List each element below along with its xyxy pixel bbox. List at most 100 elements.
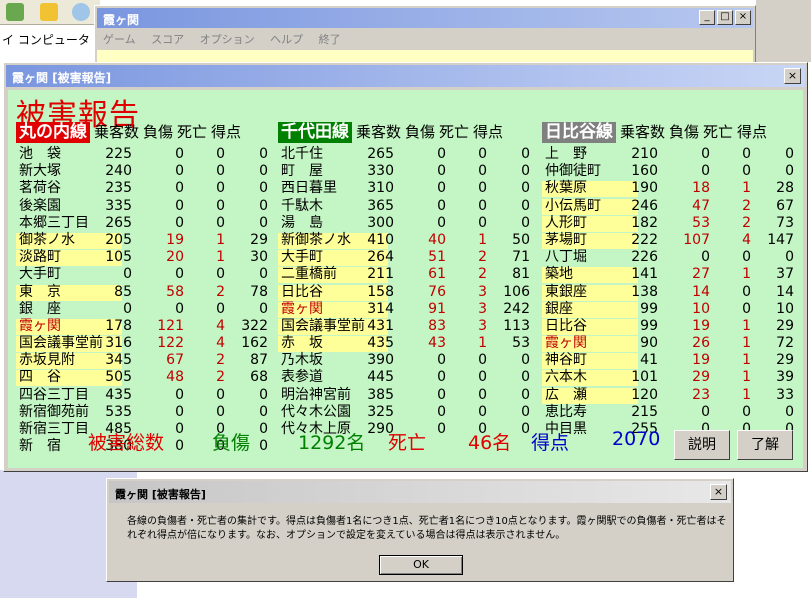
score-cell: 30 [250, 249, 268, 266]
dead-cell: 2 [742, 214, 751, 231]
injured-cell: 0 [437, 403, 446, 420]
minimize-button[interactable]: _ [699, 10, 715, 25]
station-name: 茗荷谷 [19, 180, 61, 197]
dead-cell: 0 [216, 197, 225, 214]
info-ok-button[interactable]: OK [379, 555, 463, 575]
injured-cell: 0 [175, 386, 184, 403]
passengers-cell: 85 [114, 283, 132, 300]
passengers-cell: 210 [631, 146, 658, 162]
score-cell: 0 [521, 352, 530, 369]
table-row: 茗荷谷 235 0 0 0 [16, 180, 278, 197]
table-row: 湯 島 300 0 0 0 [278, 215, 540, 232]
forward-icon[interactable] [6, 3, 24, 21]
passengers-cell: 435 [105, 386, 132, 403]
injured-cell: 0 [437, 214, 446, 231]
score-cell: 0 [521, 146, 530, 162]
menu-exit[interactable]: 終了 [319, 33, 341, 46]
station-name: 茅場町 [545, 231, 587, 248]
station-name: 仲御徒町 [545, 163, 601, 180]
table-row: 四谷三丁目 435 0 0 0 [16, 387, 278, 404]
dead-cell: 1 [742, 180, 751, 197]
menu-score[interactable]: スコア [151, 33, 184, 46]
passengers-cell: 445 [367, 369, 394, 386]
table-row: 霞ヶ関 314 91 3 242 [278, 301, 540, 318]
close-button[interactable]: × [735, 10, 751, 25]
score-cell: 0 [785, 249, 794, 266]
dead-cell: 0 [742, 146, 751, 162]
passengers-cell: 141 [631, 266, 658, 283]
table-row: 霞ヶ関 178 121 4 322 [16, 318, 278, 335]
injured-cell: 67 [166, 352, 184, 369]
score-cell: 322 [241, 317, 268, 334]
dead-cell: 4 [216, 317, 225, 334]
table-row: 千駄木 365 0 0 0 [278, 198, 540, 215]
injured-cell: 0 [175, 214, 184, 231]
dead-cell: 4 [216, 335, 225, 352]
passengers-cell: 105 [105, 249, 132, 266]
table-row: 大手町 264 51 2 71 [278, 249, 540, 267]
dead-cell: 0 [216, 386, 225, 403]
info-close-button[interactable]: × [710, 484, 727, 500]
passengers-cell: 435 [367, 335, 394, 352]
explain-button[interactable]: 説明 [674, 430, 730, 460]
passengers-cell: 310 [367, 180, 394, 197]
menu-game[interactable]: ゲーム [103, 33, 136, 46]
search-icon[interactable] [72, 3, 90, 21]
passengers-cell: 178 [105, 317, 132, 334]
table-row: 東 京 85 58 2 78 [16, 284, 278, 301]
dialog-close-button[interactable]: × [784, 68, 801, 84]
injured-cell: 23 [692, 386, 710, 403]
passengers-cell: 0 [123, 300, 132, 317]
dead-cell: 3 [478, 300, 487, 317]
dead-cell: 1 [742, 335, 751, 352]
passengers-cell: 365 [367, 197, 394, 214]
score-cell: 0 [785, 163, 794, 180]
dialog-titlebar[interactable]: 霞ヶ関 [被害報告] × [6, 65, 805, 87]
injured-cell: 26 [692, 335, 710, 352]
dead-cell: 0 [216, 214, 225, 231]
injured-cell: 0 [437, 197, 446, 214]
folder-icon[interactable] [40, 3, 58, 21]
station-name: 大手町 [19, 266, 61, 283]
column-header: 乗客数 [356, 123, 402, 141]
column-header: 得点 [473, 123, 504, 141]
dead-cell: 3 [478, 283, 487, 300]
score-cell: 67 [776, 197, 794, 214]
score-cell: 29 [776, 317, 794, 334]
desktop-strip [756, 0, 811, 62]
score-cell: 53 [512, 335, 530, 352]
injured-cell: 0 [437, 146, 446, 162]
dead-cell: 2 [216, 283, 225, 300]
score-cell: 28 [776, 180, 794, 197]
score-cell: 68 [250, 369, 268, 386]
column-header: 負傷 [143, 123, 174, 141]
game-titlebar[interactable]: 霞ヶ関 _ □ × [97, 8, 753, 28]
table-row: 日比谷 99 19 1 29 [542, 318, 804, 335]
game-window: 霞ヶ関 _ □ × ゲーム スコア オプション ヘルプ 終了 [94, 5, 756, 65]
passengers-cell: 265 [105, 214, 132, 231]
injured-cell: 76 [428, 283, 446, 300]
menu-option[interactable]: オプション [200, 33, 255, 46]
ok-button[interactable]: 了解 [737, 430, 793, 460]
info-titlebar[interactable]: 霞ヶ関 [被害報告] × [109, 481, 731, 503]
score-cell: 29 [250, 231, 268, 248]
score-cell: 0 [259, 300, 268, 317]
menu-help[interactable]: ヘルプ [270, 33, 303, 46]
dead-cell: 0 [478, 197, 487, 214]
column-header: 得点 [211, 123, 242, 141]
station-name: 御茶ノ水 [19, 231, 75, 248]
score-cell: 33 [776, 386, 794, 403]
station-name: 上 野 [545, 146, 587, 162]
station-name: 後楽園 [19, 197, 61, 214]
injured-cell: 121 [157, 317, 184, 334]
maximize-button[interactable]: □ [717, 10, 733, 25]
injured-cell: 0 [437, 163, 446, 180]
passengers-cell: 225 [105, 146, 132, 162]
dead-cell: 2 [478, 266, 487, 283]
dead-cell: 3 [478, 317, 487, 334]
table-row: 国会議事堂前 316 122 4 162 [16, 335, 278, 353]
station-name: 新宿三丁目 [19, 421, 89, 437]
passengers-cell: 246 [631, 197, 658, 214]
injured-cell: 0 [701, 163, 710, 180]
table-row: 銀座 99 10 0 10 [542, 301, 804, 318]
